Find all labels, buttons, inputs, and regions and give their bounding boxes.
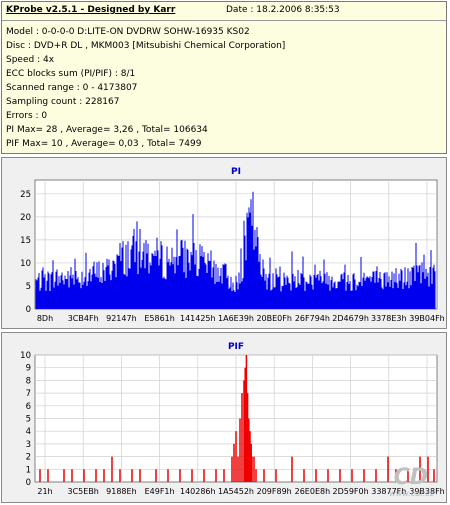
app-title: KProbe v2.5.1 - Designed by Karr [6,5,176,15]
pi-x-tick-label: 1A6E39h [218,314,254,323]
pif-bar [119,469,121,482]
pif-bar [63,469,65,482]
pif-summary-line: PIF Max= 10 , Average= 0,03 , Total= 749… [6,139,202,149]
pif-bar [223,469,225,482]
pif-bar [215,469,217,482]
pi-chart: PI 0 5 10 15 20 25 8Dh 3CB4Fh 92147h E5861h 141425h… [20,167,445,323]
pi-y-tick-label: 10 [20,259,31,269]
pif-bar [131,469,133,482]
pif-bar [203,469,205,482]
pif-bar [167,469,169,482]
pif-bar [387,456,389,482]
watermark-logo: CD [393,465,428,490]
pi-y-tick-label: 20 [20,213,31,223]
pif-chart-title: PIF [228,342,244,352]
pif-bar [179,469,181,482]
pi-x-tick-label: 26F794h [295,314,330,323]
pif-y-tick-label: 6 [26,402,31,412]
pif-bar [71,469,73,482]
header-divider [2,20,446,21]
pif-bar [83,469,85,482]
pif-x-tick-label: 140286h [180,487,216,496]
pif-bar [327,469,329,482]
watermark-url: www.cdr.cz [389,489,434,498]
pi-y-tick-label: 5 [26,282,31,292]
pif-bar [39,469,41,482]
pif-chart: PIF 0 1 2 3 4 5 6 7 8 9 10 21h 3C5EBh 9188Eh E49F1h 1402… [20,342,445,496]
model-line: Model : 0-0-0-0 D:LITE-ON DVDRW SOHW-169… [6,27,250,37]
pif-y-tick-label: 9 [26,364,31,374]
pif-bar [191,469,193,482]
pif-bar [315,469,317,482]
speed-line: Speed : 4x [6,55,55,65]
pi-x-tick-label: 20BE0Fh [256,314,291,323]
pif-bar [139,469,141,482]
pi-y-tick-label: 15 [20,236,31,246]
pif-x-tick-label: 26E0E8h [295,487,331,496]
pif-bar [303,469,305,482]
pi-chart-panel: PI 0 5 10 15 20 25 8Dh 3CB4Fh 92147h E5861h 141425h… [1,157,447,329]
pi-y-tick-label: 25 [20,190,31,200]
pif-bar [433,469,435,482]
pif-x-tick-label: 1A5452h [218,487,254,496]
pi-x-tick-label: 39B04Fh [409,314,445,323]
pif-y-tick-label: 2 [26,453,31,463]
scan-date: Date : 18.2.2006 8:35:53 [226,5,340,15]
pi-y-tick-label: 0 [26,305,31,315]
pif-x-tick-label: E49F1h [145,487,175,496]
pi-x-tick-label: E5861h [144,314,174,323]
pif-x-tick-label: 9188Eh [106,487,136,496]
pif-y-tick-label: 8 [26,376,31,386]
pif-bar [241,393,243,482]
pif-bar [103,469,105,482]
pif-bar [363,469,365,482]
pi-summary-line: PI Max= 28 , Average= 3,26 , Total= 1066… [6,125,208,135]
pif-y-tick-label: 1 [26,465,31,475]
pif-bar [47,469,49,482]
pif-bar [375,469,377,482]
pif-y-tick-label: 3 [26,440,31,450]
pif-y-tick-label: 5 [26,415,31,425]
sampling-line: Sampling count : 228167 [6,97,120,107]
info-panel: KProbe v2.5.1 - Designed by Karr Date : … [1,1,447,154]
pif-bar [253,456,255,482]
pif-bar [235,431,237,482]
pif-x-tick-label: 209F89h [257,487,292,496]
pif-bar [251,456,253,482]
pif-x-tick-label: 2D59F0h [332,487,368,496]
pif-bar [95,469,97,482]
pif-bar [263,469,265,482]
pif-bar [233,443,235,482]
pi-x-tick-label: 8Dh [37,314,53,323]
ecc-line: ECC blocks sum (PI/PIF) : 8/1 [6,69,136,79]
pi-chart-title: PI [231,167,241,177]
pif-y-tick-label: 0 [26,478,31,488]
pi-x-tick-label: 2D4679h [332,314,369,323]
pif-bar [237,456,239,482]
pif-bar [351,469,353,482]
pi-x-tick-label: 141425h [180,314,216,323]
pif-bar [239,418,241,482]
pi-x-tick-label: 3CB4Fh [68,314,99,323]
pif-bar [231,456,233,482]
pif-bar [111,456,113,482]
pi-x-tick-label: 3378E3h [371,314,407,323]
pif-bar [339,469,341,482]
pif-y-tick-label: 10 [20,351,31,361]
pif-bar [275,469,277,482]
pif-y-tick-label: 7 [26,389,31,399]
pif-y-tick-label: 4 [26,427,31,437]
disc-line: Disc : DVD+R DL , MKM003 [Mitsubishi Che… [6,41,286,51]
pif-bar [155,469,157,482]
pi-x-tick-label: 92147h [106,314,137,323]
pif-x-tick-label: 3C5EBh [68,487,99,496]
range-line: Scanned range : 0 - 4173807 [6,83,138,93]
errors-line: Errors : 0 [6,111,48,121]
pif-chart-panel: PIF 0 1 2 3 4 5 6 7 8 9 10 21h 3C5EBh 9188Eh E49F1h 1402… [1,332,447,503]
pif-x-tick-label: 21h [37,487,52,496]
pif-bar [291,456,293,482]
pif-bar [255,469,257,482]
